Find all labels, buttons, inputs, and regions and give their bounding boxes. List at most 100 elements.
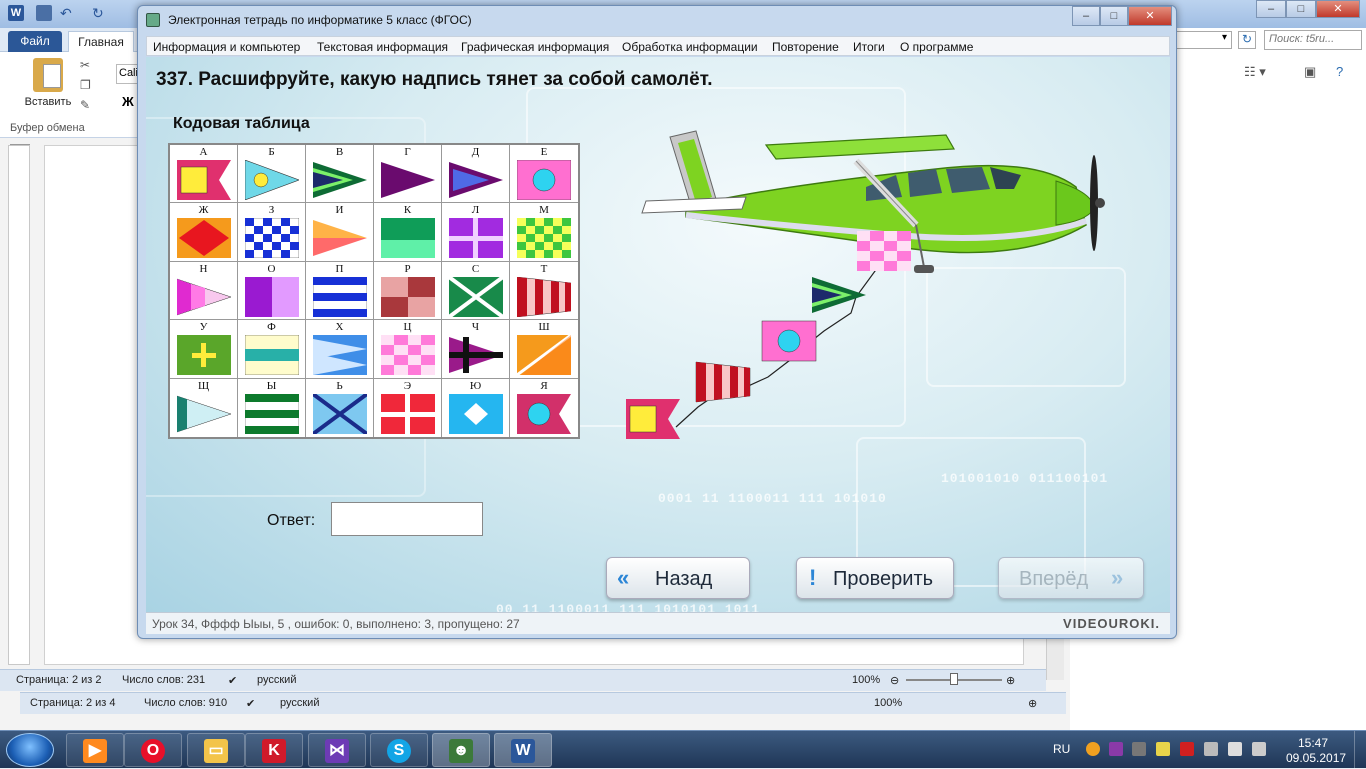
tray-tool-icon[interactable] bbox=[1132, 742, 1146, 756]
spellcheck-icon[interactable]: ✔ bbox=[228, 674, 237, 687]
refresh-icon[interactable]: ↻ bbox=[1238, 31, 1256, 49]
power-icon[interactable] bbox=[1228, 742, 1242, 756]
flag-e2-icon bbox=[381, 393, 435, 434]
action-center-icon[interactable] bbox=[1180, 742, 1194, 756]
zoom-handle[interactable] bbox=[950, 673, 958, 685]
flag-cell-ya: Я bbox=[510, 379, 578, 437]
flag-letter: Х bbox=[335, 321, 344, 334]
clock-date[interactable]: 09.05.2017 bbox=[1286, 751, 1346, 765]
folder-icon: ▭ bbox=[204, 739, 228, 763]
app-icon[interactable] bbox=[146, 13, 160, 27]
network-icon[interactable] bbox=[1204, 742, 1218, 756]
app-window: Электронная тетрадь по информатике 5 кла… bbox=[137, 5, 1177, 639]
flag-letter: Ы bbox=[266, 379, 277, 392]
save-icon[interactable] bbox=[36, 5, 52, 21]
flag-cell-sh: Ш bbox=[510, 320, 578, 379]
zoom-in-icon[interactable]: ⊕ bbox=[1006, 674, 1015, 687]
keyboard-language[interactable]: RU bbox=[1053, 742, 1070, 756]
menu-review[interactable]: Повторение bbox=[772, 40, 839, 54]
taskbar-notebook-app[interactable]: ☻ bbox=[432, 733, 490, 767]
flag-cell-i: И bbox=[306, 203, 374, 262]
taskbar-skype[interactable]: S bbox=[370, 733, 428, 767]
clock-time[interactable]: 15:47 bbox=[1298, 736, 1328, 750]
flag-ts-icon bbox=[381, 335, 435, 376]
taskbar-kaspersky[interactable]: K bbox=[245, 733, 303, 767]
check-button[interactable]: ! Проверить bbox=[796, 557, 954, 599]
close-button[interactable]: ✕ bbox=[1316, 0, 1360, 18]
zoom-level[interactable]: 100% bbox=[852, 674, 880, 686]
search-input[interactable]: Поиск: t5ru... bbox=[1264, 30, 1362, 50]
tab-file[interactable]: Файл bbox=[8, 31, 62, 52]
page-count[interactable]: Страница: 2 из 2 bbox=[16, 674, 102, 686]
flag-letter: У bbox=[199, 321, 208, 334]
next-button[interactable]: Вперёд » bbox=[998, 557, 1144, 599]
start-button[interactable] bbox=[6, 733, 54, 767]
menu-about[interactable]: О программе bbox=[900, 40, 973, 54]
word-icon: W bbox=[511, 739, 535, 763]
onenote-icon[interactable] bbox=[1109, 742, 1123, 756]
flag-letter: И bbox=[335, 204, 344, 217]
minimize-button[interactable]: – bbox=[1072, 6, 1100, 26]
list-view-icon[interactable]: ☷ ▾ bbox=[1244, 64, 1266, 80]
flag-p-icon bbox=[313, 276, 367, 317]
language[interactable]: русский bbox=[257, 674, 296, 686]
word-logo-icon[interactable]: W bbox=[8, 5, 24, 21]
taskbar-explorer[interactable]: ▭ bbox=[187, 733, 245, 767]
tray-app-icon[interactable] bbox=[1086, 742, 1100, 756]
menu-info-computer[interactable]: Информация и компьютер bbox=[153, 40, 300, 54]
flag-cell-b: Б bbox=[238, 145, 306, 204]
maximize-button[interactable]: □ bbox=[1100, 6, 1128, 26]
window-title: Электронная тетрадь по информатике 5 кла… bbox=[168, 13, 472, 27]
zoom-out-icon[interactable]: ⊖ bbox=[890, 674, 899, 687]
tab-home[interactable]: Главная bbox=[68, 31, 134, 52]
minimize-button[interactable]: – bbox=[1256, 0, 1286, 18]
bold-button[interactable]: Ж bbox=[122, 94, 134, 109]
tray-notes-icon[interactable] bbox=[1156, 742, 1170, 756]
taskbar-word[interactable]: W bbox=[494, 733, 552, 767]
flag-cell-shch: Щ bbox=[170, 378, 238, 437]
page-count[interactable]: Страница: 2 из 4 bbox=[30, 697, 116, 709]
clipboard-icon bbox=[33, 58, 63, 92]
airplane-illustration bbox=[626, 130, 1105, 439]
help-icon[interactable]: ? bbox=[1336, 64, 1343, 79]
flag-k-icon bbox=[381, 218, 435, 259]
skype-icon: S bbox=[387, 739, 411, 763]
taskbar-visual-studio[interactable]: ⋈ bbox=[308, 733, 366, 767]
menu-processing[interactable]: Обработка информации bbox=[622, 40, 758, 54]
flag-letter: Щ bbox=[197, 379, 210, 392]
flag-n-icon bbox=[177, 278, 231, 316]
spellcheck-icon[interactable]: ✔ bbox=[246, 697, 255, 710]
flag-cell-p: П bbox=[306, 261, 374, 321]
redo-icon[interactable]: ↻ bbox=[92, 5, 108, 21]
undo-icon[interactable]: ↶ bbox=[60, 5, 76, 21]
menu-results[interactable]: Итоги bbox=[853, 40, 885, 54]
answer-input[interactable] bbox=[331, 502, 483, 536]
flag-v-icon bbox=[313, 162, 367, 198]
double-chevron-right-icon: » bbox=[1111, 565, 1124, 590]
show-desktop-button[interactable] bbox=[1354, 731, 1366, 769]
address-dropdown[interactable]: ▾ bbox=[1176, 31, 1232, 49]
close-button[interactable]: ✕ bbox=[1128, 6, 1172, 26]
taskbar-media-player[interactable]: ▶ bbox=[66, 733, 124, 767]
volume-icon[interactable] bbox=[1252, 742, 1266, 756]
menu-text-info[interactable]: Текстовая информация bbox=[317, 40, 448, 54]
taskbar-opera[interactable]: O bbox=[124, 733, 182, 767]
word-count[interactable]: Число слов: 910 bbox=[144, 697, 227, 709]
pane-icon[interactable]: ▣ bbox=[1304, 64, 1316, 80]
language[interactable]: русский bbox=[280, 697, 319, 709]
flag-cell-v: В bbox=[306, 145, 374, 204]
zoom-level[interactable]: 100% bbox=[874, 697, 902, 709]
copy-icon[interactable]: ❐ bbox=[80, 78, 96, 92]
flag-cell-f: Ф bbox=[238, 320, 306, 379]
flag-cell-s: С bbox=[442, 261, 510, 321]
flag-cell-zh: Ж bbox=[170, 203, 238, 262]
word-count[interactable]: Число слов: 231 bbox=[122, 674, 205, 686]
zoom-in-icon[interactable]: ⊕ bbox=[1028, 697, 1037, 710]
maximize-button[interactable]: □ bbox=[1286, 0, 1316, 18]
menu-graphic-info[interactable]: Графическая информация bbox=[461, 40, 609, 54]
paste-button[interactable]: Вставить bbox=[20, 58, 76, 114]
format-painter-icon[interactable]: ✎ bbox=[80, 98, 96, 112]
back-button[interactable]: « Назад bbox=[606, 557, 750, 599]
cut-icon[interactable]: ✂ bbox=[80, 58, 96, 72]
flag-letter: Ф bbox=[267, 321, 276, 334]
